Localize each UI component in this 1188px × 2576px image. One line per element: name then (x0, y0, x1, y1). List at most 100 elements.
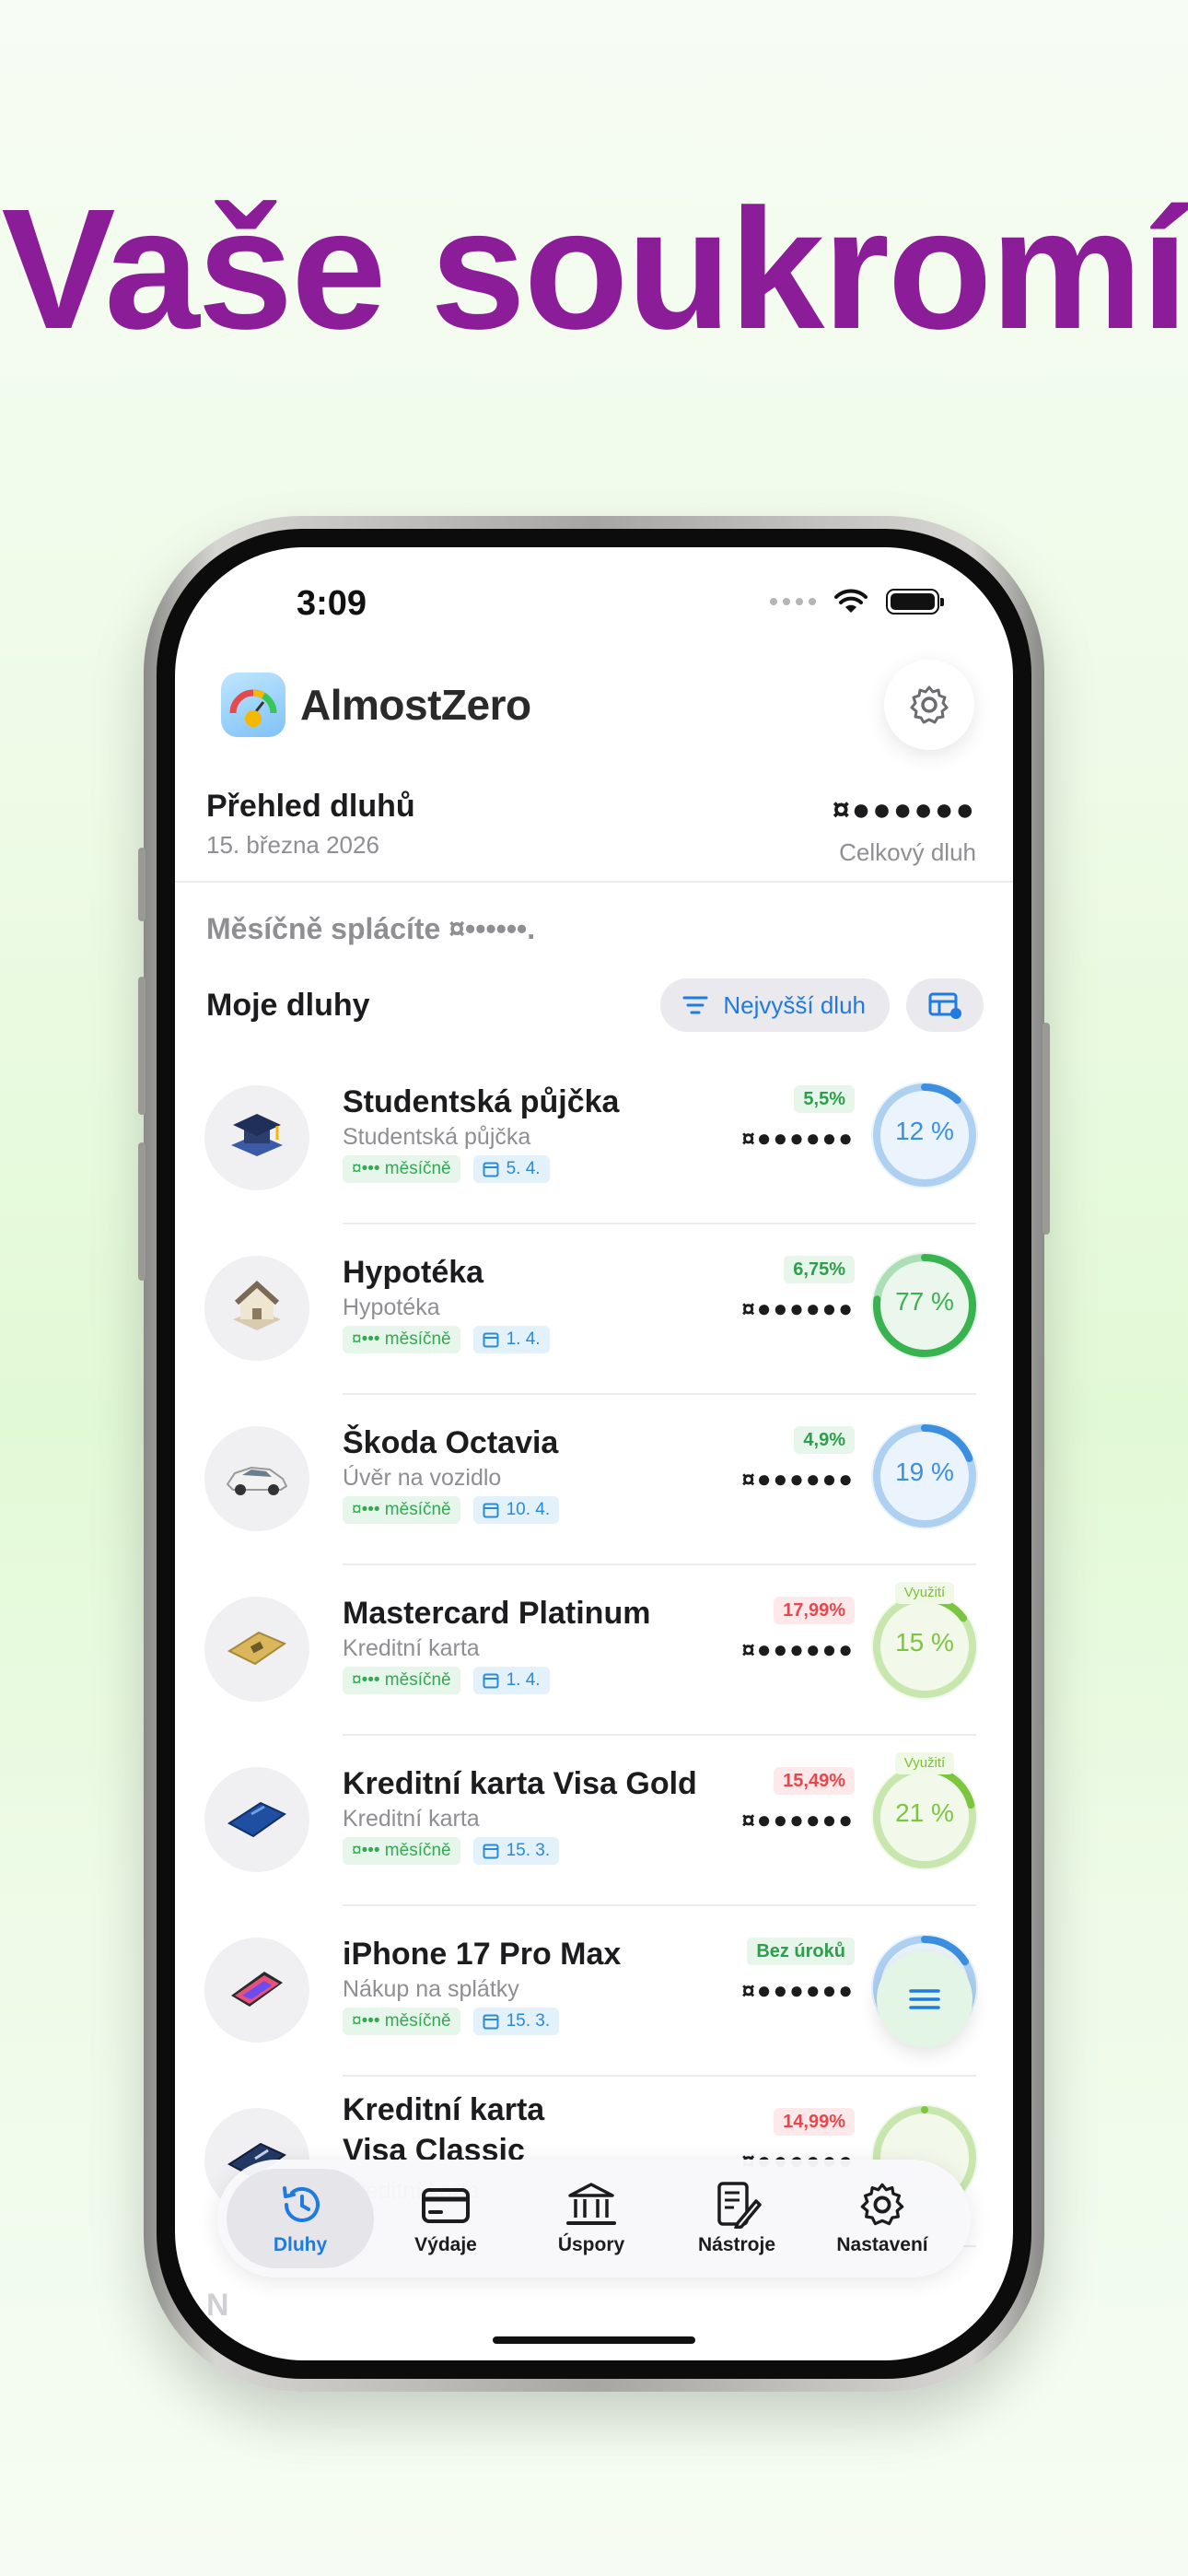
debt-subtitle: Nákup na splátky (343, 1976, 519, 2002)
interest-rate-badge: 4,9% (794, 1426, 855, 1454)
tab-label: Výdaje (414, 2234, 477, 2255)
due-date-tag: 1. 4. (472, 1667, 550, 1694)
gear-icon (910, 685, 949, 724)
calendar-icon (483, 1844, 499, 1859)
debt-row[interactable]: Kreditní karta Visa Gold Kreditní karta ¤•… (175, 1736, 1013, 1906)
tab-vydaje[interactable]: Výdaje (372, 2169, 519, 2268)
debt-amount: ¤●●●●●● (741, 1465, 855, 1493)
app-logo-icon (221, 673, 285, 737)
tab-nastaveni[interactable]: Nastavení (809, 2169, 956, 2268)
calendar-icon (483, 1162, 499, 1177)
due-date-tag: 15. 3. (472, 2008, 560, 2035)
tab-bar: Dluhy Výdaje Úspory Nástroje Nastavení (217, 2160, 971, 2277)
due-date: 15. 3. (506, 1841, 551, 1860)
progress-ring: 12 % (868, 1078, 982, 1192)
total-debt-value: ¤●●●●●● (832, 792, 976, 827)
tab-nastroje[interactable]: Nástroje (663, 2169, 810, 2268)
debts-section-title: Moje dluhy (206, 988, 370, 1023)
debt-thumbnail (204, 1597, 309, 1702)
debt-title: Studentská půjčka (343, 1084, 620, 1119)
debt-thumbnail (204, 1426, 309, 1531)
overview-title: Přehled dluhů (206, 789, 415, 824)
debt-amount: ¤●●●●●● (741, 1806, 855, 1833)
progress-ring: 77 % (868, 1248, 982, 1363)
calendar-icon (483, 1332, 499, 1348)
debt-tags: ¤••• měsíčně 1. 4. (343, 1326, 550, 1353)
debt-tags: ¤••• měsíčně 15. 3. (343, 2008, 560, 2035)
debt-title: Kreditní karta Visa Classic (343, 2092, 545, 2168)
calendar-icon (483, 2014, 499, 2030)
car-icon (222, 1449, 292, 1509)
progress-percent: 77 % (895, 1287, 954, 1316)
monthly-payment-tag: ¤••• měsíčně (343, 2008, 460, 2035)
tab-dluhy[interactable]: Dluhy (227, 2169, 374, 2268)
progress-ring: 21 % Využití (868, 1752, 982, 1874)
debt-row[interactable]: Škoda Octavia Úvěr na vozidlo ¤••• měsíčně… (175, 1395, 1013, 1565)
debt-title: Mastercard Platinum (343, 1596, 651, 1631)
debt-tags: ¤••• měsíčně 5. 4. (343, 1155, 550, 1183)
history-icon (283, 2186, 320, 2222)
headline: Vaše soukromí (1, 174, 1188, 365)
sort-label: Nejvyšší dluh (723, 990, 866, 1019)
gold-card-icon (224, 1620, 290, 1680)
gear-icon (860, 2183, 904, 2226)
app-header: AlmostZero (221, 673, 531, 737)
due-date-tag: 10. 4. (472, 1496, 560, 1524)
menu-fab-button[interactable] (877, 1951, 973, 2047)
debt-row[interactable]: Studentská půjčka Studentská půjčka ¤••• m… (175, 1054, 1013, 1224)
debt-thumbnail (204, 1085, 309, 1190)
monthly-payment-text: Měsíčně splácíte ¤••••••. (206, 912, 536, 945)
interest-rate-badge: 6,75% (784, 1256, 855, 1283)
interest-rate-badge: 15,49% (774, 1767, 855, 1795)
debt-title: Škoda Octavia (343, 1425, 559, 1460)
card-icon (422, 2188, 470, 2223)
due-date-tag: 1. 4. (472, 1326, 550, 1353)
action-button (138, 848, 146, 921)
tab-label: Nastavení (836, 2234, 928, 2255)
debt-thumbnail (204, 1767, 309, 1872)
utilization-label: Využití (895, 1752, 954, 1774)
home-indicator (493, 2336, 695, 2344)
house-icon (224, 1273, 290, 1344)
interest-rate-badge: 5,5% (794, 1085, 855, 1113)
debt-row[interactable]: Hypotéka Hypotéka ¤••• měsíčně 1. 4. 6,75% ¤●… (175, 1224, 1013, 1395)
debt-title: Kreditní karta Visa Gold (343, 1766, 697, 1801)
app-name: AlmostZero (300, 681, 531, 729)
wifi-icon (834, 589, 868, 613)
tab-uspory[interactable]: Úspory (518, 2169, 665, 2268)
progress-ring: 19 % (868, 1419, 982, 1533)
monthly-payment-tag: ¤••• měsíčně (343, 1496, 460, 1524)
volume-down-button (138, 1142, 146, 1281)
debt-subtitle: Kreditní karta (343, 1806, 480, 1832)
debt-subtitle: Úvěr na vozidlo (343, 1465, 502, 1491)
due-date: 1. 4. (506, 1670, 541, 1690)
due-date: 10. 4. (506, 1500, 551, 1519)
view-toggle-button[interactable] (906, 978, 984, 1032)
debt-row[interactable]: Mastercard Platinum Kreditní karta ¤••• mě… (175, 1565, 1013, 1736)
debt-tags: ¤••• měsíčně 15. 3. (343, 1837, 560, 1865)
debt-amount: ¤●●●●●● (741, 1124, 855, 1152)
debt-amount: ¤●●●●●● (741, 1635, 855, 1663)
debt-amount: ¤●●●●●● (741, 1294, 855, 1322)
app-screen: 3:09 AlmostZero Přehled dluhů 15. března… (175, 547, 1013, 2360)
interest-rate-badge: 17,99% (774, 1597, 855, 1624)
cellular-dots-icon (770, 598, 816, 605)
debt-subtitle: Hypotéka (343, 1294, 440, 1320)
debt-tags: ¤••• měsíčně 1. 4. (343, 1667, 550, 1694)
divider (175, 881, 1013, 883)
debt-thumbnail (204, 1256, 309, 1361)
volume-up-button (138, 977, 146, 1115)
debt-subtitle: Studentská půjčka (343, 1124, 531, 1150)
due-date: 5. 4. (506, 1159, 541, 1178)
table-view-icon (928, 992, 961, 1019)
calendar-icon (483, 1503, 499, 1518)
due-date: 1. 4. (506, 1329, 541, 1349)
overview-date: 15. března 2026 (206, 831, 379, 859)
debt-subtitle: Kreditní karta (343, 1635, 480, 1661)
progress-percent: 12 % (895, 1117, 954, 1145)
sort-button[interactable]: Nejvyšší dluh (660, 978, 890, 1032)
sort-lines-icon (682, 996, 708, 1014)
settings-button[interactable] (884, 660, 974, 750)
document-pen-icon (717, 2182, 762, 2229)
graduation-cap-icon (224, 1103, 290, 1174)
